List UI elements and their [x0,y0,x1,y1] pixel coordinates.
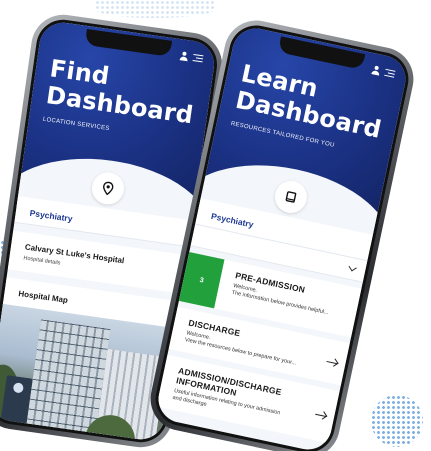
location-pin-icon [103,181,114,196]
hospital-map-card[interactable]: Hospital Map [0,277,181,443]
find-page-title: Find Dashboard [44,54,196,130]
halftone-decoration-right [371,395,423,447]
chevron-down-icon [348,263,357,272]
learn-header-icons [371,65,396,79]
hospital-photo [0,303,178,443]
book-icon [285,191,297,203]
step-number-badge: 3 [178,252,225,309]
arrow-right-icon [326,360,338,364]
find-header-icons [180,51,204,63]
halftone-decoration-top [95,0,215,18]
menu-icon[interactable] [384,68,396,79]
arrow-right-icon [315,413,327,417]
user-icon[interactable] [371,65,382,76]
menu-icon[interactable] [192,53,204,63]
hospital-sign [0,375,33,434]
user-icon[interactable] [180,51,190,61]
learn-list: Psychiatry 3 PRE-ADMISSION Welcome. The … [156,198,373,444]
